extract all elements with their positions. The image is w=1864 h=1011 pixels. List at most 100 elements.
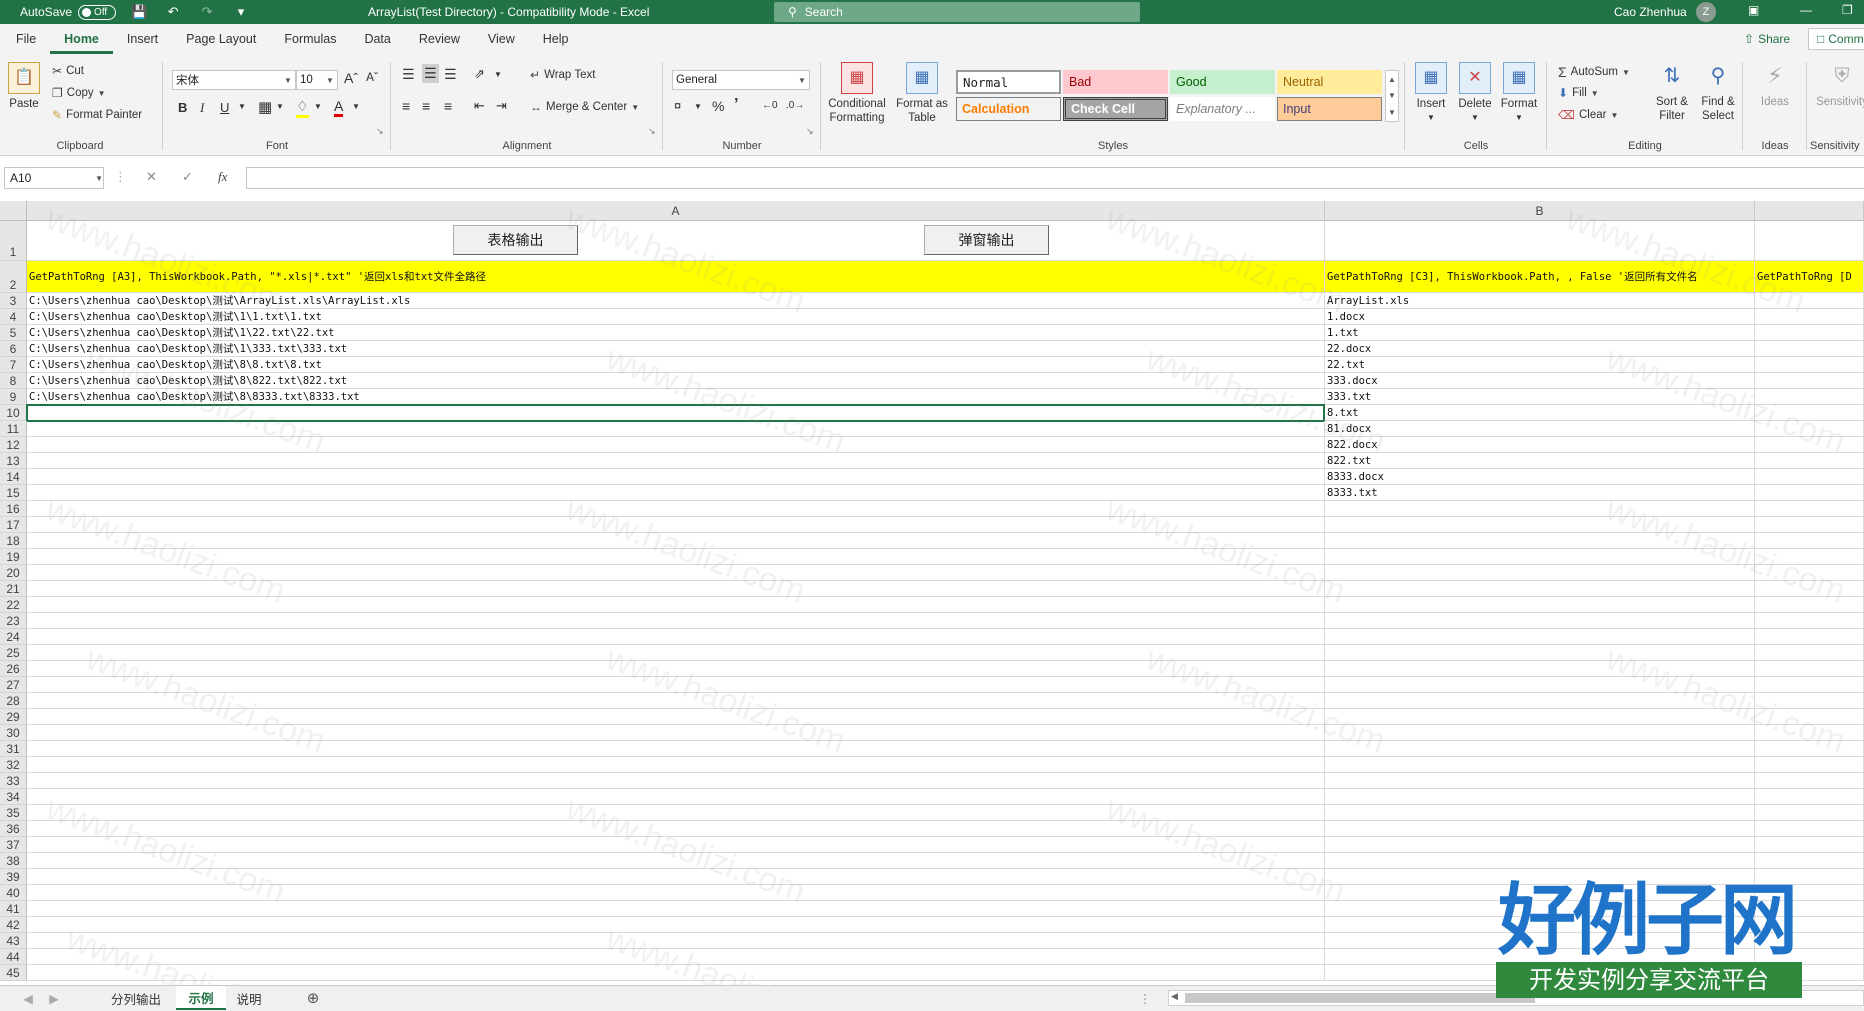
- formula-input[interactable]: [246, 167, 1864, 189]
- font-color-icon[interactable]: A: [334, 98, 344, 117]
- cell-c[interactable]: [1755, 325, 1864, 341]
- cell-c[interactable]: [1755, 885, 1864, 901]
- style-good[interactable]: Good: [1170, 70, 1275, 94]
- cell-c[interactable]: [1755, 677, 1864, 693]
- underline-icon[interactable]: U: [220, 100, 229, 115]
- row-header[interactable]: 35: [0, 805, 27, 821]
- dialog-launcher-icon[interactable]: ↘: [806, 126, 814, 137]
- autosum-button[interactable]: Σ AutoSum ▼: [1558, 64, 1630, 80]
- row-header[interactable]: 39: [0, 869, 27, 885]
- chevron-down-icon[interactable]: ▼: [238, 102, 246, 111]
- row-header[interactable]: 37: [0, 837, 27, 853]
- name-box[interactable]: A10 ▼: [4, 167, 104, 189]
- cell-c[interactable]: [1755, 917, 1864, 933]
- sort-filter-button[interactable]: ⇅ Sort & Filter: [1650, 60, 1694, 123]
- cell-b[interactable]: [1325, 869, 1755, 885]
- align-right-icon[interactable]: ≡: [444, 98, 452, 114]
- row-header[interactable]: 18: [0, 533, 27, 549]
- cell-a[interactable]: [27, 837, 1325, 853]
- cell-a[interactable]: [27, 805, 1325, 821]
- cell-c[interactable]: [1755, 221, 1864, 261]
- row-header[interactable]: 36: [0, 821, 27, 837]
- cut-button[interactable]: ✂ Cut: [52, 64, 84, 78]
- orientation-icon[interactable]: ⇗: [474, 66, 485, 82]
- cell-a[interactable]: [27, 869, 1325, 885]
- cell-a[interactable]: C:\Users\zhenhua cao\Desktop\测试\1\1.txt\…: [27, 309, 1325, 325]
- cell-a[interactable]: [27, 661, 1325, 677]
- cell-c[interactable]: [1755, 485, 1864, 501]
- conditional-formatting-button[interactable]: ▦ Conditional Formatting: [826, 62, 888, 125]
- cell-b[interactable]: [1325, 853, 1755, 869]
- chevron-down-icon[interactable]: ▼: [95, 174, 103, 183]
- delete-cells-button[interactable]: ✕ Delete ▼: [1456, 62, 1494, 125]
- decrease-indent-icon[interactable]: ⇤: [474, 98, 485, 114]
- comments-button[interactable]: □ Comm: [1808, 28, 1864, 50]
- cell-c[interactable]: [1755, 725, 1864, 741]
- autosave-toggle[interactable]: Off: [78, 4, 117, 20]
- cell-b[interactable]: [1325, 581, 1755, 597]
- ideas-button[interactable]: ⚡ Ideas: [1754, 60, 1796, 109]
- sheet-tab-1[interactable]: 分列输出: [98, 986, 174, 1010]
- selected-cell-a10[interactable]: [26, 404, 1325, 422]
- style-check-cell[interactable]: Check Cell: [1063, 97, 1168, 121]
- row-header[interactable]: 21: [0, 581, 27, 597]
- cell-a[interactable]: C:\Users\zhenhua cao\Desktop\测试\8\8.txt\…: [27, 357, 1325, 373]
- row-header[interactable]: 14: [0, 469, 27, 485]
- row-header[interactable]: 11: [0, 421, 27, 437]
- cell-a[interactable]: [27, 933, 1325, 949]
- cell-b[interactable]: 22.txt: [1325, 357, 1755, 373]
- customize-qat-icon[interactable]: ▾: [230, 4, 252, 20]
- next-sheet-icon[interactable]: ▶: [44, 986, 64, 1010]
- cell-c[interactable]: [1755, 645, 1864, 661]
- cell-c[interactable]: [1755, 933, 1864, 949]
- cell-c[interactable]: [1755, 421, 1864, 437]
- cell-a[interactable]: [27, 421, 1325, 437]
- cell-b[interactable]: [1325, 517, 1755, 533]
- cell-c[interactable]: [1755, 453, 1864, 469]
- row-header[interactable]: 10: [0, 405, 27, 421]
- cell-c[interactable]: [1755, 357, 1864, 373]
- merge-center-button[interactable]: ↔ Merge & Center ▼: [530, 100, 639, 114]
- cell-c[interactable]: [1755, 693, 1864, 709]
- cell-b[interactable]: ArrayList.xls: [1325, 293, 1755, 309]
- cell-c[interactable]: [1755, 405, 1864, 421]
- redo-icon[interactable]: ↷: [196, 4, 218, 20]
- cell-a[interactable]: C:\Users\zhenhua cao\Desktop\测试\8\822.tx…: [27, 373, 1325, 389]
- number-format-select[interactable]: General ▼: [672, 70, 810, 90]
- cell-b[interactable]: [1325, 965, 1755, 981]
- cell-b[interactable]: [1325, 597, 1755, 613]
- chevron-down-icon[interactable]: ▼: [494, 70, 502, 79]
- cell-b[interactable]: [1325, 933, 1755, 949]
- cell-a[interactable]: [27, 485, 1325, 501]
- cell-c[interactable]: [1755, 629, 1864, 645]
- paste-button[interactable]: 📋 Paste: [8, 62, 40, 111]
- cell-a[interactable]: [27, 709, 1325, 725]
- cell-a[interactable]: C:\Users\zhenhua cao\Desktop\测试\1\22.txt…: [27, 325, 1325, 341]
- row-header[interactable]: 40: [0, 885, 27, 901]
- cell-a[interactable]: [27, 725, 1325, 741]
- cell-a[interactable]: [27, 853, 1325, 869]
- chevron-down-icon[interactable]: ▼: [314, 102, 322, 111]
- cell-c[interactable]: [1755, 709, 1864, 725]
- cell-c[interactable]: [1755, 869, 1864, 885]
- font-size-select[interactable]: 10 ▼: [296, 70, 338, 90]
- cell-b[interactable]: [1325, 709, 1755, 725]
- bold-icon[interactable]: B: [178, 100, 187, 115]
- tab-formulas[interactable]: Formulas: [270, 24, 350, 54]
- row-header[interactable]: 4: [0, 309, 27, 325]
- cell-c[interactable]: [1755, 437, 1864, 453]
- cell-b[interactable]: [1325, 645, 1755, 661]
- restore-icon[interactable]: ❐: [1842, 3, 1853, 17]
- cell-c[interactable]: [1755, 581, 1864, 597]
- sheet-tab-3[interactable]: 说明: [228, 986, 270, 1010]
- dialog-launcher-icon[interactable]: ↘: [648, 126, 656, 137]
- cell-a[interactable]: [27, 677, 1325, 693]
- cell-a[interactable]: [27, 501, 1325, 517]
- row-header[interactable]: 16: [0, 501, 27, 517]
- cell-c[interactable]: [1755, 469, 1864, 485]
- cell-c[interactable]: [1755, 517, 1864, 533]
- row-header[interactable]: 6: [0, 341, 27, 357]
- row-header[interactable]: 27: [0, 677, 27, 693]
- cell-b[interactable]: [1325, 741, 1755, 757]
- cell-b[interactable]: 333.txt: [1325, 389, 1755, 405]
